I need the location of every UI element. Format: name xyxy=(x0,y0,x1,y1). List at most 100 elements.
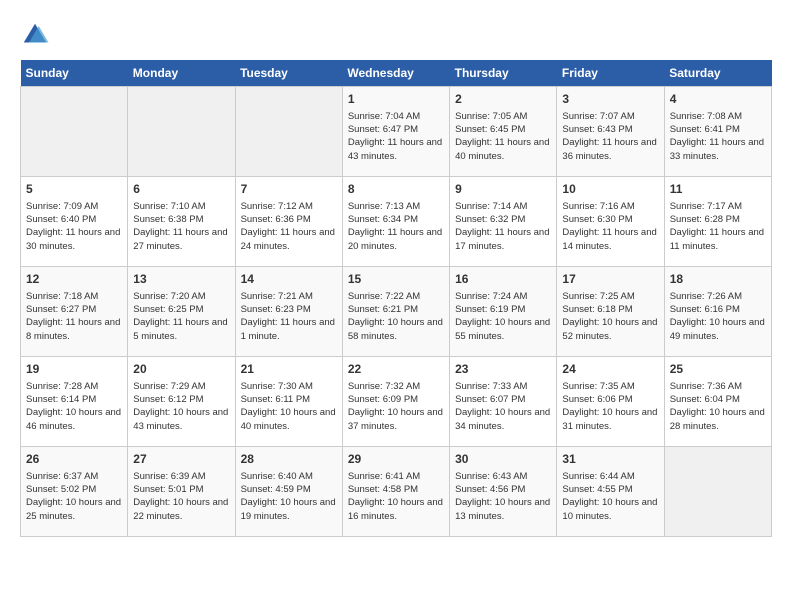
day-number: 17 xyxy=(562,271,658,288)
calendar-week-3: 12 Sunrise: 7:18 AM Sunset: 6:27 PM Dayli… xyxy=(21,267,772,357)
calendar-cell: 4Sunrise: 7:08 AM Sunset: 6:41 PM Daylig… xyxy=(664,87,771,177)
day-number: 15 xyxy=(348,271,444,288)
calendar-cell xyxy=(128,87,235,177)
day-info: Sunrise: 7:14 AM Sunset: 6:32 PM Dayligh… xyxy=(455,200,551,253)
calendar-cell: 10Sunrise: 7:16 AM Sunset: 6:30 PM Dayli… xyxy=(557,177,664,267)
calendar-cell: 2 Sunrise: 7:05 AM Sunset: 6:45 PM Daylig… xyxy=(450,87,557,177)
calendar-cell: 5Sunrise: 7:09 AM Sunset: 6:40 PM Daylig… xyxy=(21,177,128,267)
calendar-cell: 17 Sunrise: 7:25 AM Sunset: 6:18 PM Dayli… xyxy=(557,267,664,357)
day-number: 7 xyxy=(241,181,337,198)
day-info: Sunrise: 7:18 AM Sunset: 6:27 PM Dayligh… xyxy=(26,290,122,343)
day-info: Sunrise: 7:33 AM Sunset: 6:07 PM Dayligh… xyxy=(455,380,551,433)
day-number: 26 xyxy=(26,451,122,468)
day-info: Sunrise: 7:04 AM Sunset: 6:47 PM Dayligh… xyxy=(348,110,444,163)
weekday-header-wednesday: Wednesday xyxy=(342,60,449,87)
day-number: 16 xyxy=(455,271,551,288)
weekday-header-saturday: Saturday xyxy=(664,60,771,87)
calendar-cell: 24 Sunrise: 7:35 AM Sunset: 6:06 PM Dayli… xyxy=(557,357,664,447)
calendar-cell: 31 Sunrise: 6:44 AM Sunset: 4:55 PM Dayli… xyxy=(557,447,664,537)
calendar-cell: 11Sunrise: 7:17 AM Sunset: 6:28 PM Dayli… xyxy=(664,177,771,267)
day-number: 3 xyxy=(562,91,658,108)
day-info: Sunrise: 7:36 AM Sunset: 6:04 PM Dayligh… xyxy=(670,380,766,433)
calendar-cell: 22 Sunrise: 7:32 AM Sunset: 6:09 PM Dayli… xyxy=(342,357,449,447)
day-number: 28 xyxy=(241,451,337,468)
day-number: 4 xyxy=(670,91,766,108)
day-number: 25 xyxy=(670,361,766,378)
calendar-cell: 7 Sunrise: 7:12 AM Sunset: 6:36 PM Daylig… xyxy=(235,177,342,267)
weekday-header-sunday: Sunday xyxy=(21,60,128,87)
day-info: Sunrise: 6:39 AM Sunset: 5:01 PM Dayligh… xyxy=(133,470,229,523)
calendar-cell: 28 Sunrise: 6:40 AM Sunset: 4:59 PM Dayli… xyxy=(235,447,342,537)
day-info: Sunrise: 7:28 AM Sunset: 6:14 PM Dayligh… xyxy=(26,380,122,433)
day-number: 1 xyxy=(348,91,444,108)
calendar-cell: 25 Sunrise: 7:36 AM Sunset: 6:04 PM Dayli… xyxy=(664,357,771,447)
page-header xyxy=(20,20,772,50)
day-number: 11 xyxy=(670,181,766,198)
day-number: 2 xyxy=(455,91,551,108)
day-number: 31 xyxy=(562,451,658,468)
calendar-cell: 16 Sunrise: 7:24 AM Sunset: 6:19 PM Dayli… xyxy=(450,267,557,357)
calendar-cell: 26Sunrise: 6:37 AM Sunset: 5:02 PM Dayli… xyxy=(21,447,128,537)
day-info: Sunrise: 7:13 AM Sunset: 6:34 PM Dayligh… xyxy=(348,200,444,253)
day-number: 10 xyxy=(562,181,658,198)
day-info: Sunrise: 6:40 AM Sunset: 4:59 PM Dayligh… xyxy=(241,470,337,523)
day-number: 21 xyxy=(241,361,337,378)
calendar-week-4: 19Sunrise: 7:28 AM Sunset: 6:14 PM Dayli… xyxy=(21,357,772,447)
calendar-cell: 30 Sunrise: 6:43 AM Sunset: 4:56 PM Dayli… xyxy=(450,447,557,537)
calendar-cell: 13 Sunrise: 7:20 AM Sunset: 6:25 PM Dayli… xyxy=(128,267,235,357)
day-number: 30 xyxy=(455,451,551,468)
logo-icon xyxy=(20,20,50,50)
day-number: 23 xyxy=(455,361,551,378)
calendar-body: 1 Sunrise: 7:04 AM Sunset: 6:47 PM Daylig… xyxy=(21,87,772,537)
day-info: Sunrise: 7:25 AM Sunset: 6:18 PM Dayligh… xyxy=(562,290,658,343)
day-number: 20 xyxy=(133,361,229,378)
weekday-header-tuesday: Tuesday xyxy=(235,60,342,87)
day-info: Sunrise: 7:35 AM Sunset: 6:06 PM Dayligh… xyxy=(562,380,658,433)
weekday-header-monday: Monday xyxy=(128,60,235,87)
calendar-cell: 18 Sunrise: 7:26 AM Sunset: 6:16 PM Dayli… xyxy=(664,267,771,357)
calendar-week-1: 1 Sunrise: 7:04 AM Sunset: 6:47 PM Daylig… xyxy=(21,87,772,177)
day-info: Sunrise: 7:29 AM Sunset: 6:12 PM Dayligh… xyxy=(133,380,229,433)
day-info: Sunrise: 7:05 AM Sunset: 6:45 PM Dayligh… xyxy=(455,110,551,163)
day-info: Sunrise: 7:09 AM Sunset: 6:40 PM Dayligh… xyxy=(26,200,122,253)
calendar-cell: 1 Sunrise: 7:04 AM Sunset: 6:47 PM Daylig… xyxy=(342,87,449,177)
day-info: Sunrise: 7:10 AM Sunset: 6:38 PM Dayligh… xyxy=(133,200,229,253)
weekday-header-thursday: Thursday xyxy=(450,60,557,87)
day-info: Sunrise: 7:22 AM Sunset: 6:21 PM Dayligh… xyxy=(348,290,444,343)
day-number: 12 xyxy=(26,271,122,288)
calendar-week-2: 5Sunrise: 7:09 AM Sunset: 6:40 PM Daylig… xyxy=(21,177,772,267)
day-info: Sunrise: 7:26 AM Sunset: 6:16 PM Dayligh… xyxy=(670,290,766,343)
day-number: 8 xyxy=(348,181,444,198)
day-number: 22 xyxy=(348,361,444,378)
day-info: Sunrise: 7:12 AM Sunset: 6:36 PM Dayligh… xyxy=(241,200,337,253)
day-info: Sunrise: 7:32 AM Sunset: 6:09 PM Dayligh… xyxy=(348,380,444,433)
calendar-cell: 15 Sunrise: 7:22 AM Sunset: 6:21 PM Dayli… xyxy=(342,267,449,357)
calendar-cell: 19Sunrise: 7:28 AM Sunset: 6:14 PM Dayli… xyxy=(21,357,128,447)
calendar-cell: 8 Sunrise: 7:13 AM Sunset: 6:34 PM Daylig… xyxy=(342,177,449,267)
day-number: 13 xyxy=(133,271,229,288)
day-number: 24 xyxy=(562,361,658,378)
day-info: Sunrise: 7:24 AM Sunset: 6:19 PM Dayligh… xyxy=(455,290,551,343)
day-info: Sunrise: 7:30 AM Sunset: 6:11 PM Dayligh… xyxy=(241,380,337,433)
day-info: Sunrise: 6:43 AM Sunset: 4:56 PM Dayligh… xyxy=(455,470,551,523)
calendar-cell: 14 Sunrise: 7:21 AM Sunset: 6:23 PM Dayli… xyxy=(235,267,342,357)
day-number: 14 xyxy=(241,271,337,288)
day-info: Sunrise: 6:41 AM Sunset: 4:58 PM Dayligh… xyxy=(348,470,444,523)
day-info: Sunrise: 7:20 AM Sunset: 6:25 PM Dayligh… xyxy=(133,290,229,343)
calendar-cell: 12 Sunrise: 7:18 AM Sunset: 6:27 PM Dayli… xyxy=(21,267,128,357)
weekday-header-friday: Friday xyxy=(557,60,664,87)
day-number: 18 xyxy=(670,271,766,288)
weekday-header-row: SundayMondayTuesdayWednesdayThursdayFrid… xyxy=(21,60,772,87)
calendar-cell: 21 Sunrise: 7:30 AM Sunset: 6:11 PM Dayli… xyxy=(235,357,342,447)
day-info: Sunrise: 7:21 AM Sunset: 6:23 PM Dayligh… xyxy=(241,290,337,343)
calendar-cell: 29Sunrise: 6:41 AM Sunset: 4:58 PM Dayli… xyxy=(342,447,449,537)
day-number: 6 xyxy=(133,181,229,198)
calendar-header: SundayMondayTuesdayWednesdayThursdayFrid… xyxy=(21,60,772,87)
calendar-cell: 6 Sunrise: 7:10 AM Sunset: 6:38 PM Daylig… xyxy=(128,177,235,267)
logo xyxy=(20,20,54,50)
day-number: 27 xyxy=(133,451,229,468)
calendar-cell xyxy=(21,87,128,177)
calendar-cell: 20 Sunrise: 7:29 AM Sunset: 6:12 PM Dayli… xyxy=(128,357,235,447)
day-info: Sunrise: 6:44 AM Sunset: 4:55 PM Dayligh… xyxy=(562,470,658,523)
calendar-cell: 3Sunrise: 7:07 AM Sunset: 6:43 PM Daylig… xyxy=(557,87,664,177)
